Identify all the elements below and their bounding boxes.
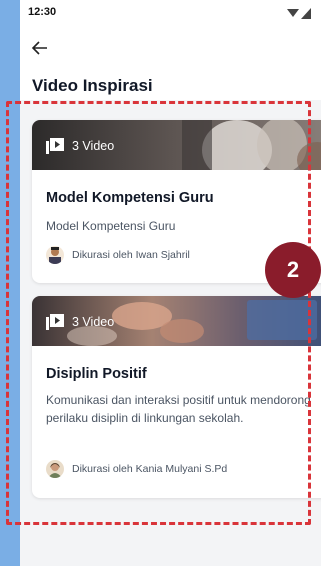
header: Video Inspirasi: [20, 24, 321, 100]
page-title: Video Inspirasi: [32, 76, 153, 95]
step-number-badge: 2: [265, 242, 321, 298]
highlight-dashed-border: [6, 101, 311, 525]
status-time: 12:30: [28, 6, 57, 18]
status-bar: 12:30: [20, 0, 321, 24]
back-arrow-icon[interactable]: [28, 36, 52, 60]
signal-icon: [287, 6, 311, 19]
